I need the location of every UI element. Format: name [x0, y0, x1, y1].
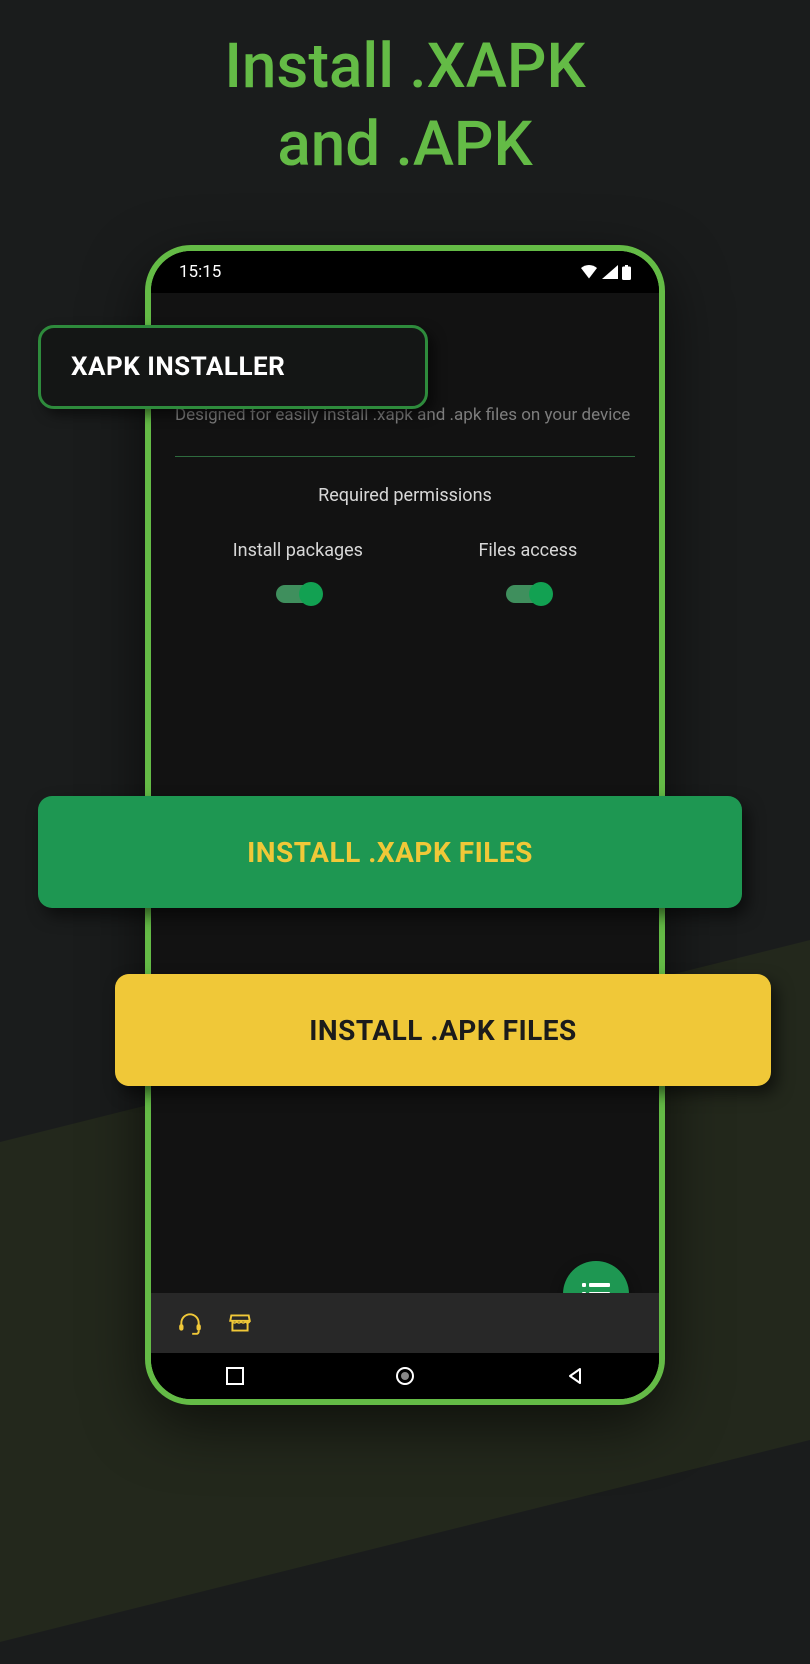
status-time: 15:15	[179, 262, 221, 282]
store-icon[interactable]	[227, 1310, 253, 1336]
hero-title: Install .XAPK and .APK	[0, 28, 810, 183]
divider	[175, 456, 635, 457]
android-nav-bar	[151, 1353, 659, 1399]
wifi-icon	[580, 265, 598, 279]
hero-line-1: Install .XAPK	[224, 30, 585, 103]
toggle-install-packages[interactable]	[276, 585, 320, 603]
permission-install-packages: Install packages	[233, 540, 363, 603]
nav-home-icon[interactable]	[395, 1366, 415, 1386]
permissions-row: Install packages Files access	[175, 540, 635, 603]
hero-line-2: and .APK	[277, 108, 532, 181]
battery-icon	[622, 265, 631, 280]
bottom-bar	[151, 1293, 659, 1353]
app-title-pill: XAPK INSTALLER	[38, 325, 428, 409]
permission-label: Install packages	[233, 540, 363, 561]
install-apk-label: INSTALL .APK FILES	[309, 1014, 577, 1047]
install-apk-button[interactable]: INSTALL .APK FILES	[115, 974, 771, 1086]
permission-files-access: Files access	[478, 540, 577, 603]
toggle-files-access[interactable]	[506, 585, 550, 603]
signal-icon	[602, 265, 618, 279]
support-icon[interactable]	[177, 1310, 203, 1336]
install-xapk-label: INSTALL .XAPK FILES	[247, 836, 533, 869]
nav-back-icon[interactable]	[566, 1367, 584, 1385]
status-icons	[580, 265, 631, 280]
app-title-text: XAPK INSTALLER	[71, 352, 285, 382]
permissions-heading: Required permissions	[175, 485, 635, 506]
permission-label: Files access	[478, 540, 577, 561]
nav-recent-icon[interactable]	[226, 1367, 244, 1385]
status-bar: 15:15	[151, 251, 659, 293]
install-xapk-button[interactable]: INSTALL .XAPK FILES	[38, 796, 742, 908]
